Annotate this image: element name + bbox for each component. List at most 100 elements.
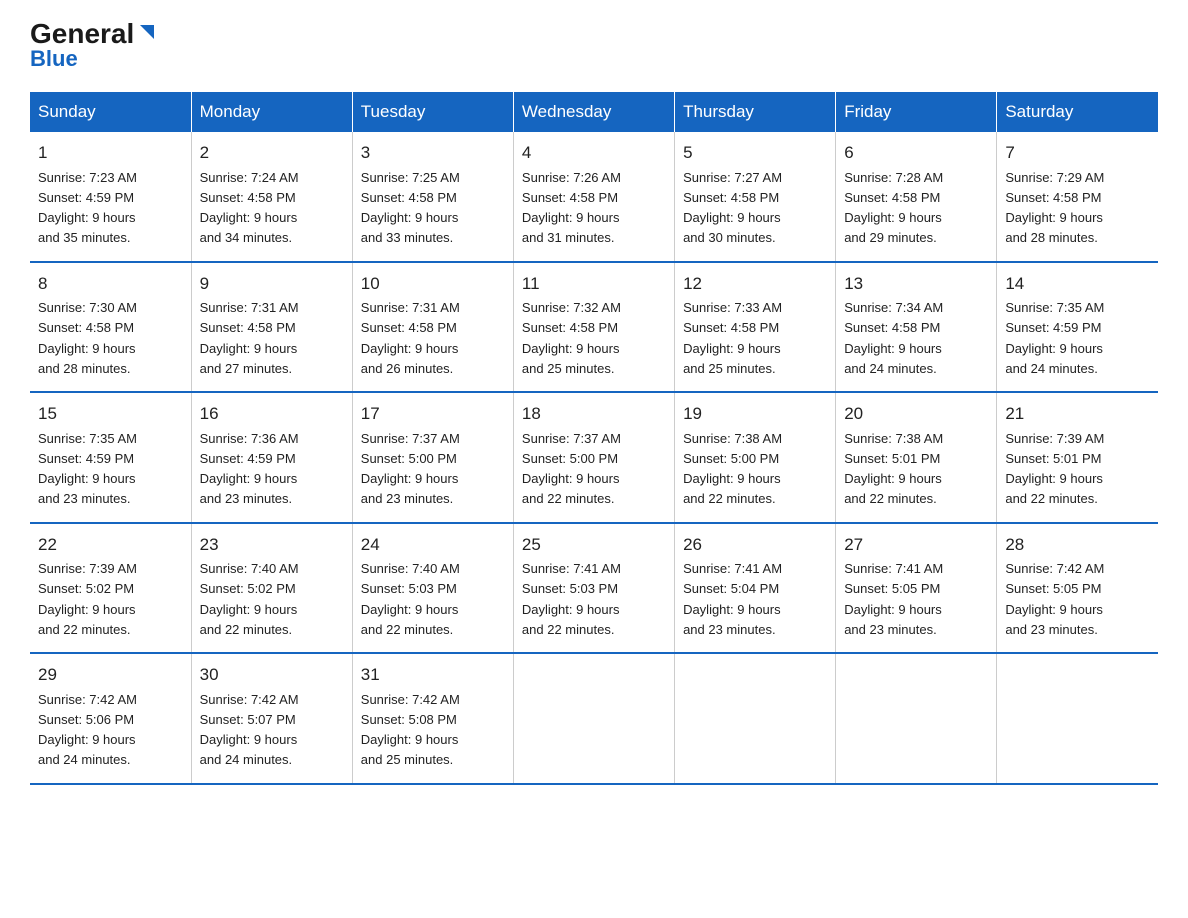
day-number: 14	[1005, 271, 1150, 297]
day-number: 28	[1005, 532, 1150, 558]
calendar-cell: 6 Sunrise: 7:28 AMSunset: 4:58 PMDaylight…	[836, 132, 997, 262]
calendar-cell: 9 Sunrise: 7:31 AMSunset: 4:58 PMDaylight…	[191, 262, 352, 393]
day-number: 29	[38, 662, 183, 688]
day-number: 25	[522, 532, 666, 558]
day-number: 3	[361, 140, 505, 166]
calendar-cell: 5 Sunrise: 7:27 AMSunset: 4:58 PMDaylight…	[675, 132, 836, 262]
day-number: 31	[361, 662, 505, 688]
day-number: 24	[361, 532, 505, 558]
day-number: 12	[683, 271, 827, 297]
day-info: Sunrise: 7:31 AMSunset: 4:58 PMDaylight:…	[361, 300, 460, 376]
day-info: Sunrise: 7:40 AMSunset: 5:03 PMDaylight:…	[361, 561, 460, 637]
calendar-cell: 8Sunrise: 7:30 AMSunset: 4:58 PMDaylight…	[30, 262, 191, 393]
calendar-cell: 13Sunrise: 7:34 AMSunset: 4:58 PMDayligh…	[836, 262, 997, 393]
page-header: General Blue	[30, 20, 1158, 72]
day-info: Sunrise: 7:31 AMSunset: 4:58 PMDaylight:…	[200, 300, 299, 376]
day-info: Sunrise: 7:42 AMSunset: 5:07 PMDaylight:…	[200, 692, 299, 768]
day-number: 1	[38, 140, 183, 166]
day-number: 8	[38, 271, 183, 297]
calendar-cell: 11 Sunrise: 7:32 AMSunset: 4:58 PMDayligh…	[513, 262, 674, 393]
day-info: Sunrise: 7:37 AMSunset: 5:00 PMDaylight:…	[522, 431, 621, 507]
day-number: 15	[38, 401, 183, 427]
day-info: Sunrise: 7:29 AMSunset: 4:58 PMDaylight:…	[1005, 170, 1104, 246]
calendar-cell: 7 Sunrise: 7:29 AMSunset: 4:58 PMDaylight…	[997, 132, 1158, 262]
calendar-cell: 28 Sunrise: 7:42 AMSunset: 5:05 PMDayligh…	[997, 523, 1158, 654]
calendar-cell: 30 Sunrise: 7:42 AMSunset: 5:07 PMDayligh…	[191, 653, 352, 784]
day-info: Sunrise: 7:27 AMSunset: 4:58 PMDaylight:…	[683, 170, 782, 246]
calendar-cell: 12Sunrise: 7:33 AMSunset: 4:58 PMDayligh…	[675, 262, 836, 393]
day-number: 10	[361, 271, 505, 297]
calendar-cell: 4 Sunrise: 7:26 AMSunset: 4:58 PMDaylight…	[513, 132, 674, 262]
calendar-cell: 10 Sunrise: 7:31 AMSunset: 4:58 PMDayligh…	[352, 262, 513, 393]
calendar-cell: 3 Sunrise: 7:25 AMSunset: 4:58 PMDaylight…	[352, 132, 513, 262]
header-wednesday: Wednesday	[513, 92, 674, 132]
calendar-cell: 29 Sunrise: 7:42 AMSunset: 5:06 PMDayligh…	[30, 653, 191, 784]
day-info: Sunrise: 7:34 AMSunset: 4:58 PMDaylight:…	[844, 300, 943, 376]
day-info: Sunrise: 7:24 AMSunset: 4:58 PMDaylight:…	[200, 170, 299, 246]
day-info: Sunrise: 7:42 AMSunset: 5:08 PMDaylight:…	[361, 692, 460, 768]
day-number: 5	[683, 140, 827, 166]
calendar-cell: 14 Sunrise: 7:35 AMSunset: 4:59 PMDayligh…	[997, 262, 1158, 393]
day-info: Sunrise: 7:23 AMSunset: 4:59 PMDaylight:…	[38, 170, 137, 246]
calendar-cell: 23Sunrise: 7:40 AMSunset: 5:02 PMDayligh…	[191, 523, 352, 654]
calendar-cell: 25 Sunrise: 7:41 AMSunset: 5:03 PMDayligh…	[513, 523, 674, 654]
calendar-cell: 31 Sunrise: 7:42 AMSunset: 5:08 PMDayligh…	[352, 653, 513, 784]
day-info: Sunrise: 7:26 AMSunset: 4:58 PMDaylight:…	[522, 170, 621, 246]
day-info: Sunrise: 7:39 AMSunset: 5:01 PMDaylight:…	[1005, 431, 1104, 507]
header-monday: Monday	[191, 92, 352, 132]
header-friday: Friday	[836, 92, 997, 132]
day-info: Sunrise: 7:39 AMSunset: 5:02 PMDaylight:…	[38, 561, 137, 637]
header-thursday: Thursday	[675, 92, 836, 132]
day-info: Sunrise: 7:38 AMSunset: 5:00 PMDaylight:…	[683, 431, 782, 507]
week-row-5: 29 Sunrise: 7:42 AMSunset: 5:06 PMDayligh…	[30, 653, 1158, 784]
day-number: 30	[200, 662, 344, 688]
day-info: Sunrise: 7:28 AMSunset: 4:58 PMDaylight:…	[844, 170, 943, 246]
calendar-cell: 19Sunrise: 7:38 AMSunset: 5:00 PMDayligh…	[675, 392, 836, 523]
day-info: Sunrise: 7:32 AMSunset: 4:58 PMDaylight:…	[522, 300, 621, 376]
calendar-cell: 21 Sunrise: 7:39 AMSunset: 5:01 PMDayligh…	[997, 392, 1158, 523]
day-number: 2	[200, 140, 344, 166]
logo-general: General	[30, 20, 134, 48]
calendar-cell: 20 Sunrise: 7:38 AMSunset: 5:01 PMDayligh…	[836, 392, 997, 523]
day-number: 27	[844, 532, 988, 558]
calendar-table: SundayMondayTuesdayWednesdayThursdayFrid…	[30, 92, 1158, 785]
calendar-cell: 18 Sunrise: 7:37 AMSunset: 5:00 PMDayligh…	[513, 392, 674, 523]
week-row-1: 1 Sunrise: 7:23 AMSunset: 4:59 PMDaylight…	[30, 132, 1158, 262]
day-info: Sunrise: 7:25 AMSunset: 4:58 PMDaylight:…	[361, 170, 460, 246]
calendar-cell: 27 Sunrise: 7:41 AMSunset: 5:05 PMDayligh…	[836, 523, 997, 654]
day-number: 16	[200, 401, 344, 427]
day-number: 11	[522, 271, 666, 297]
calendar-cell	[675, 653, 836, 784]
day-number: 4	[522, 140, 666, 166]
day-number: 26	[683, 532, 827, 558]
day-number: 22	[38, 532, 183, 558]
day-info: Sunrise: 7:38 AMSunset: 5:01 PMDaylight:…	[844, 431, 943, 507]
calendar-cell: 24 Sunrise: 7:40 AMSunset: 5:03 PMDayligh…	[352, 523, 513, 654]
day-info: Sunrise: 7:41 AMSunset: 5:03 PMDaylight:…	[522, 561, 621, 637]
header-row: SundayMondayTuesdayWednesdayThursdayFrid…	[30, 92, 1158, 132]
day-number: 20	[844, 401, 988, 427]
header-sunday: Sunday	[30, 92, 191, 132]
day-number: 9	[200, 271, 344, 297]
logo-triangle-icon	[136, 21, 158, 43]
calendar-cell: 15Sunrise: 7:35 AMSunset: 4:59 PMDayligh…	[30, 392, 191, 523]
day-info: Sunrise: 7:42 AMSunset: 5:05 PMDaylight:…	[1005, 561, 1104, 637]
day-number: 21	[1005, 401, 1150, 427]
week-row-3: 15Sunrise: 7:35 AMSunset: 4:59 PMDayligh…	[30, 392, 1158, 523]
calendar-cell	[997, 653, 1158, 784]
day-info: Sunrise: 7:41 AMSunset: 5:05 PMDaylight:…	[844, 561, 943, 637]
logo-blue: Blue	[30, 46, 78, 72]
calendar-cell	[836, 653, 997, 784]
day-info: Sunrise: 7:37 AMSunset: 5:00 PMDaylight:…	[361, 431, 460, 507]
day-info: Sunrise: 7:40 AMSunset: 5:02 PMDaylight:…	[200, 561, 299, 637]
day-number: 7	[1005, 140, 1150, 166]
day-number: 17	[361, 401, 505, 427]
day-number: 6	[844, 140, 988, 166]
day-info: Sunrise: 7:36 AMSunset: 4:59 PMDaylight:…	[200, 431, 299, 507]
day-info: Sunrise: 7:42 AMSunset: 5:06 PMDaylight:…	[38, 692, 137, 768]
day-info: Sunrise: 7:35 AMSunset: 4:59 PMDaylight:…	[1005, 300, 1104, 376]
day-number: 18	[522, 401, 666, 427]
calendar-cell: 2 Sunrise: 7:24 AMSunset: 4:58 PMDaylight…	[191, 132, 352, 262]
week-row-2: 8Sunrise: 7:30 AMSunset: 4:58 PMDaylight…	[30, 262, 1158, 393]
logo: General Blue	[30, 20, 158, 72]
